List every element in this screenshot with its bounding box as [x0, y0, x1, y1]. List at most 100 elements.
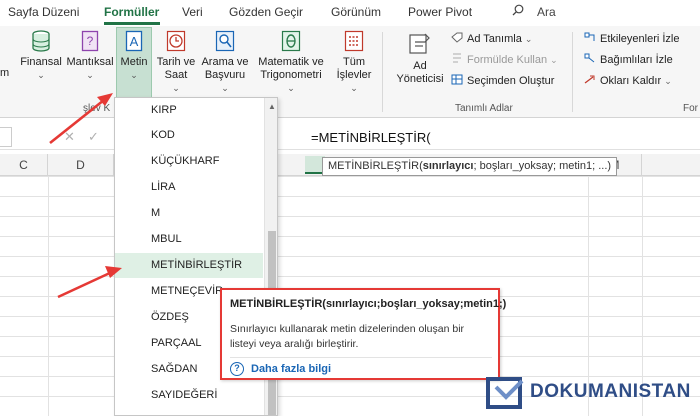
financial-label: Finansal	[20, 56, 62, 68]
lookup-label-2: Başvuru	[204, 69, 246, 81]
divider	[230, 357, 492, 358]
theta-icon	[281, 30, 301, 52]
column-header-d[interactable]: D	[48, 154, 114, 176]
remove-arrows-label: Okları Kaldır	[600, 75, 662, 87]
function-library-group-label: şlev K	[83, 103, 111, 114]
arg-hint-rest: ; boşları_yoksay; metin1; ...)	[473, 160, 612, 172]
create-from-selection-label: Seçimden Oluştur	[467, 75, 555, 87]
column-header-c[interactable]: C	[0, 154, 48, 176]
use-in-formula-label: Formülde Kullan	[467, 54, 548, 66]
chevron-down-icon: ⌄	[37, 70, 45, 80]
remove-arrows-icon	[584, 75, 595, 84]
financial-button[interactable]: Finansal ⌄	[18, 30, 64, 82]
trace-dependents-icon	[584, 53, 595, 63]
lookup-reference-button[interactable]: Arama ve Başvuru ⌄	[199, 30, 251, 95]
svg-text:?: ?	[87, 34, 94, 48]
all-functions-label-1: Tüm	[343, 56, 365, 68]
list-item[interactable]: KÜÇÜKHARF	[115, 149, 263, 174]
ribbon-tab-strip: Sayfa Düzeni Formüller Veri Gözden Geçir…	[0, 0, 700, 26]
name-manager-label-2: Yöneticisi	[396, 73, 444, 85]
text-a-icon: A	[125, 30, 143, 52]
list-item[interactable]: M	[115, 201, 263, 226]
all-functions-button[interactable]: Tüm İşlevler ⌄	[332, 30, 376, 95]
function-description: Sınırlayıcı kullanarak metin dizelerinde…	[230, 323, 465, 350]
date-time-label-1: Tarih ve	[156, 56, 196, 68]
chevron-down-icon: ⌄	[172, 83, 180, 93]
remove-arrows-button[interactable]: Okları Kaldır ⌄	[584, 74, 672, 87]
group-separator	[572, 32, 573, 112]
clock-icon	[166, 30, 186, 52]
chevron-down-icon: ⌄	[287, 83, 295, 93]
use-in-formula-icon	[453, 53, 461, 63]
logical-button[interactable]: ? Mantıksal ⌄	[66, 30, 114, 82]
chevron-down-icon: ⌄	[86, 70, 94, 80]
math-trig-button[interactable]: Matematik ve Trigonometri ⌄	[253, 30, 329, 95]
logical-label: Mantıksal	[66, 56, 114, 68]
function-list-icon	[344, 30, 364, 52]
list-item[interactable]: KIRP	[115, 98, 263, 123]
math-label-1: Matematik ve	[258, 56, 324, 68]
magnifier-book-icon	[215, 30, 235, 52]
chevron-down-icon: ⌄	[350, 83, 358, 93]
formula-bar: ✕ ✓ =METİNBİRLEŞTİR(	[0, 124, 700, 150]
list-item[interactable]: KOD	[115, 123, 263, 148]
tab-power-pivot[interactable]: Power Pivot	[408, 5, 472, 19]
text-functions-label: Metin	[120, 56, 148, 68]
enter-check-icon[interactable]: ✓	[88, 129, 99, 145]
group-separator	[382, 32, 383, 112]
use-in-formula-button[interactable]: Formülde Kullan ⌄	[451, 53, 558, 66]
scroll-up-arrow-icon[interactable]: ▲	[268, 102, 276, 111]
chevron-down-icon: ⌄	[664, 76, 672, 86]
defined-names-group-label: Tanımlı Adlar	[455, 103, 513, 114]
search-box[interactable]: Ara	[537, 5, 556, 19]
lookup-label-1: Arama ve	[201, 56, 249, 68]
date-time-label-2: Saat	[164, 69, 188, 81]
chevron-down-icon: ⌄	[130, 70, 138, 80]
formula-input[interactable]: =METİNBİRLEŞTİR(	[311, 130, 431, 145]
ribbon: m Finansal ⌄ ? Mantıksal ⌄ A Metin ⌄ Tar…	[0, 26, 700, 118]
name-box[interactable]	[0, 127, 12, 147]
name-manager-button[interactable]: Ad Yöneticisi	[392, 32, 448, 86]
all-functions-label-2: İşlevler	[336, 69, 372, 81]
arg-hint-function: METİNBİRLEŞTİR(	[328, 160, 423, 172]
trace-precedents-icon	[584, 32, 595, 41]
list-item-highlighted[interactable]: METİNBİRLEŞTİR	[115, 253, 263, 278]
tab-review[interactable]: Gözden Geçir	[229, 5, 303, 19]
more-info-link[interactable]: Daha fazla bilgi	[251, 363, 331, 375]
cancel-icon[interactable]: ✕	[64, 129, 75, 145]
question-book-icon: ?	[81, 30, 99, 52]
name-manager-label-1: Ad	[413, 60, 427, 72]
trace-precedents-label: Etkileyenleri İzle	[600, 33, 680, 45]
name-manager-icon	[409, 33, 430, 54]
list-item[interactable]: SAYIDEĞERİ	[115, 383, 263, 408]
chevron-down-icon: ⌄	[524, 34, 533, 44]
help-question-icon[interactable]: ?	[230, 362, 244, 376]
svg-text:A: A	[130, 34, 139, 49]
dokumanistan-logo	[486, 377, 524, 409]
search-icon[interactable]	[512, 4, 524, 16]
date-time-button[interactable]: Tarih ve Saat ⌄	[154, 30, 198, 95]
function-signature: METİNBİRLEŞTİR(sınırlayıcı;boşları_yoksa…	[230, 298, 507, 310]
define-name-label: Ad Tanımla	[467, 33, 522, 45]
trace-precedents-button[interactable]: Etkileyenleri İzle	[584, 32, 679, 45]
grid-line	[642, 176, 643, 416]
ribbon-left-fragment: m	[0, 67, 10, 79]
math-label-2: Trigonometri	[260, 69, 322, 81]
tab-view[interactable]: Görünüm	[331, 5, 381, 19]
tag-icon	[451, 32, 463, 43]
tab-data[interactable]: Veri	[182, 5, 203, 19]
list-item[interactable]: LİRA	[115, 175, 263, 200]
chevron-down-icon: ⌄	[221, 83, 229, 93]
grid-selection-icon	[451, 74, 463, 85]
grid-line	[588, 176, 589, 416]
trace-dependents-button[interactable]: Bağımlıları İzle	[584, 53, 673, 66]
define-name-button[interactable]: Ad Tanımla ⌄	[451, 32, 532, 45]
list-item[interactable]: MBUL	[115, 227, 263, 252]
database-icon	[32, 30, 50, 52]
arg-hint-current-arg[interactable]: sınırlayıcı	[423, 160, 474, 172]
create-from-selection-button[interactable]: Seçimden Oluştur	[451, 74, 554, 87]
watermark-text: DOKUMANISTAN	[530, 381, 691, 402]
tab-formulas[interactable]: Formüller	[104, 5, 159, 19]
tab-page-layout[interactable]: Sayfa Düzeni	[8, 5, 79, 19]
text-functions-button[interactable]: A Metin ⌄	[116, 30, 152, 82]
